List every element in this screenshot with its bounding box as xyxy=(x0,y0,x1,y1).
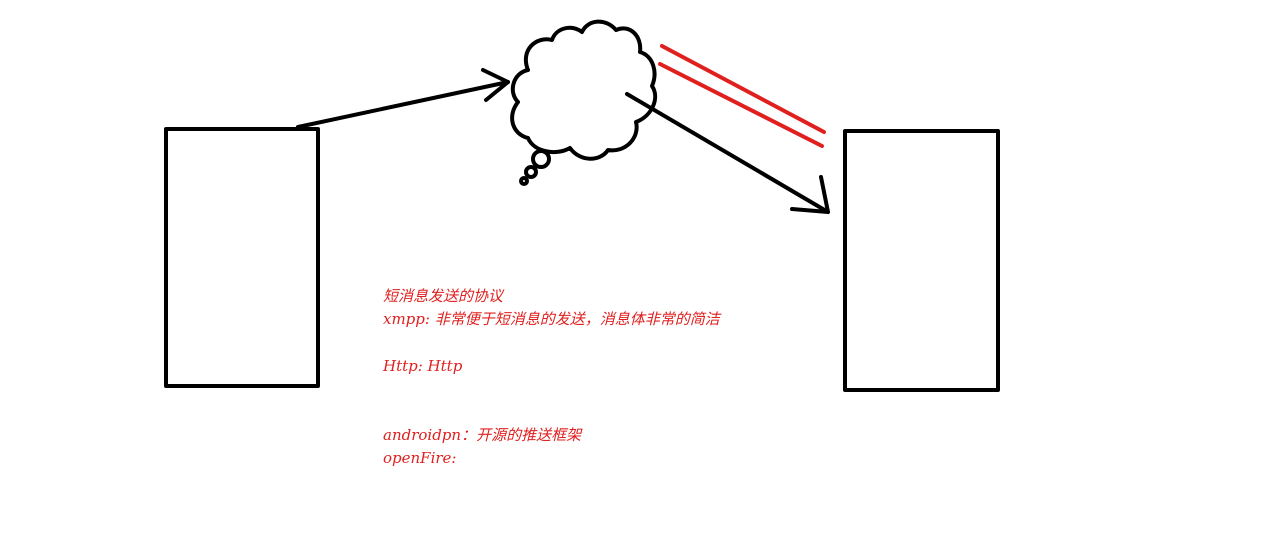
note-androidpn: androidpn：开源的推送框架 xyxy=(383,426,582,444)
canvas: 短消息发送的协议 xmpp: 非常便于短消息的发送，消息体非常的简洁 Http:… xyxy=(0,0,1270,534)
right-box xyxy=(843,129,1000,392)
red-double-line xyxy=(658,44,826,148)
note-xmpp: xmpp: 非常便于短消息的发送，消息体非常的简洁 xyxy=(383,310,720,328)
diagram xyxy=(164,19,1000,392)
left-box xyxy=(164,127,320,388)
arrow-cloud-to-right xyxy=(625,92,830,214)
note-openfire: openFire: xyxy=(383,449,457,467)
thought-cloud-icon xyxy=(510,19,658,186)
note-protocol-title: 短消息发送的协议 xyxy=(383,287,504,305)
note-http: Http: Http xyxy=(383,357,463,375)
arrow-left-to-cloud xyxy=(296,68,510,129)
